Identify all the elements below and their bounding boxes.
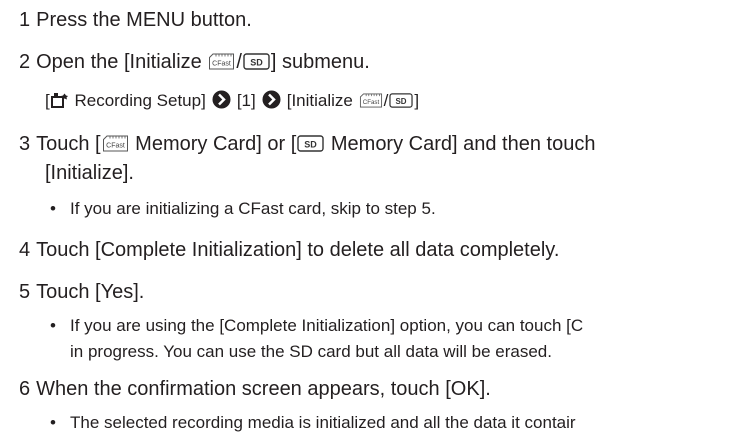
svg-text:CFast: CFast: [362, 99, 379, 106]
step-text: Touch [: [36, 133, 101, 155]
chevron-right-circle-icon: [262, 90, 281, 109]
step-2: 2 Open the [Initialize CFast / SD ] submenu.: [19, 52, 370, 72]
cfast-card-icon: CFast: [359, 93, 383, 108]
step-text: Open the [Initialize: [36, 51, 208, 73]
slash: /: [383, 91, 389, 110]
manual-page: 1 Press the MENU button. 2 Open the [Initi…: [0, 0, 737, 436]
step-3-continuation: [Initialize].: [45, 163, 134, 183]
svg-text:SD: SD: [396, 97, 407, 106]
note-text: If you are using the [Complete Initializ…: [70, 316, 584, 335]
bullet-dot: •: [50, 316, 56, 335]
step-text: [Initialize].: [45, 162, 134, 184]
chevron-right-circle-icon: [212, 90, 231, 109]
note-text: The selected recording media is initiali…: [70, 413, 576, 432]
step-text: Memory Card] or [: [129, 133, 297, 155]
step-text: Press the MENU button.: [36, 9, 252, 31]
camera-setup-icon: [50, 92, 69, 108]
step-5-note: • If you are using the [Complete Initiali…: [50, 317, 583, 334]
step-text-end: ] submenu.: [270, 51, 370, 73]
step-3: 3 Touch [ CFast Memory Card] or [ SD Memory…: [19, 134, 595, 154]
bullet-dot: •: [50, 413, 56, 432]
step-1: 1 Press the MENU button.: [19, 10, 252, 30]
step-4: 4 Touch [Complete Initialization] to dele…: [19, 240, 559, 260]
bracket-open: [: [45, 91, 50, 110]
cfast-card-icon: CFast: [208, 53, 235, 70]
note-text: in progress. You can use the SD card but…: [70, 342, 552, 361]
step-text: When the confirmation screen appears, to…: [36, 378, 491, 400]
step-text: Touch [Yes].: [36, 281, 145, 303]
note-text: If you are initializing a CFast card, sk…: [70, 199, 436, 218]
step-6-note: • The selected recording media is initial…: [50, 414, 576, 431]
step-number: 3: [19, 133, 31, 155]
svg-text:CFast: CFast: [106, 143, 125, 150]
menu-path: [ Recording Setup] [1] [Initialize CFast / S…: [45, 90, 419, 109]
bullet-dot: •: [50, 199, 56, 218]
svg-text:SD: SD: [250, 58, 263, 68]
sd-card-icon: SD: [243, 53, 270, 70]
step-5: 5 Touch [Yes].: [19, 282, 144, 302]
step-3-note: • If you are initializing a CFast card, s…: [50, 200, 436, 217]
recording-setup-label: Recording Setup]: [69, 91, 206, 110]
initialize-label: [Initialize: [286, 91, 358, 110]
bracket-close: ]: [414, 91, 420, 110]
menu-item-1: [1]: [236, 91, 256, 110]
step-text: Memory Card] and then touch: [325, 133, 596, 155]
slash: /: [236, 51, 242, 73]
step-text: Touch [Complete Initialization] to delet…: [36, 239, 560, 261]
sd-card-icon: SD: [389, 93, 413, 108]
step-5-note-continuation: in progress. You can use the SD card but…: [70, 343, 552, 360]
step-number: 6: [19, 378, 31, 400]
step-number: 4: [19, 239, 31, 261]
cfast-card-icon: CFast: [102, 135, 129, 152]
sd-card-icon: SD: [297, 135, 325, 152]
step-number: 1: [19, 9, 31, 31]
step-number: 2: [19, 51, 31, 73]
svg-text:CFast: CFast: [213, 61, 232, 68]
step-number: 5: [19, 281, 31, 303]
svg-text:SD: SD: [305, 140, 318, 150]
step-6: 6 When the confirmation screen appears, t…: [19, 379, 491, 399]
